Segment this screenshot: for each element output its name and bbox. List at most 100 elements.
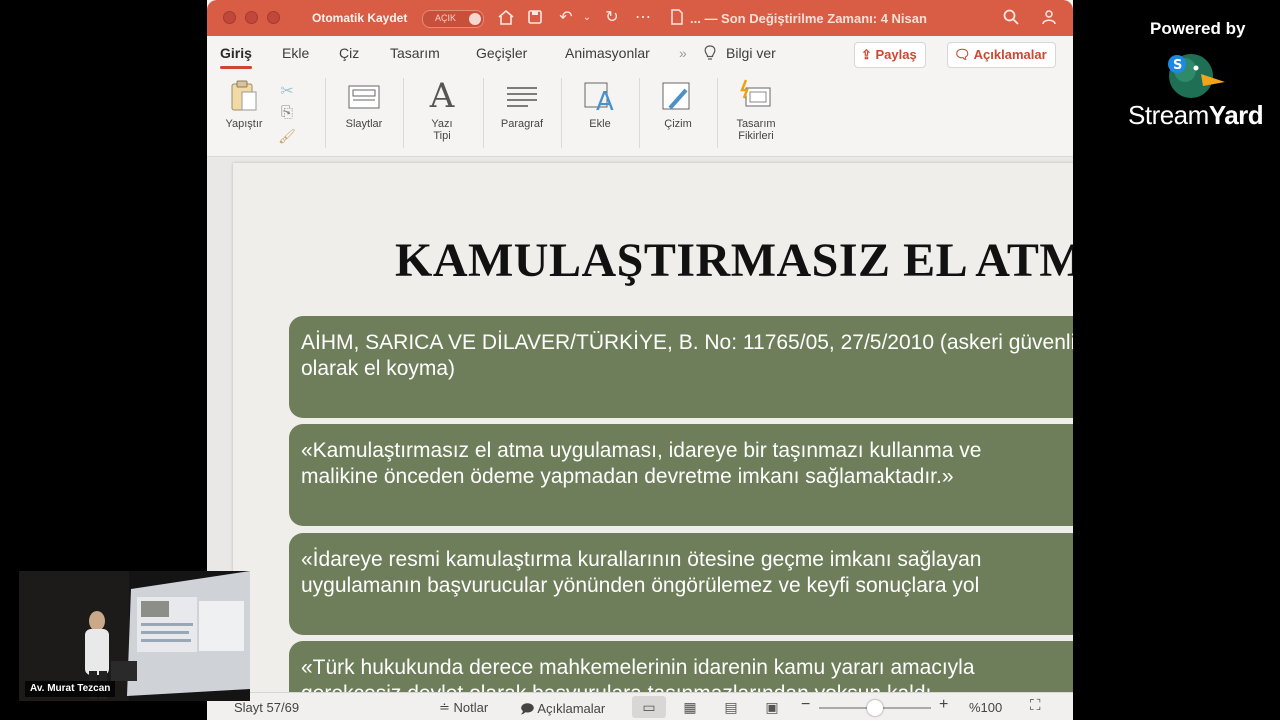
save-icon[interactable] bbox=[525, 8, 545, 28]
drawing-label: Çizim bbox=[664, 118, 692, 130]
content-box[interactable]: AİHM, SARICA VE DİLAVER/TÜRKİYE, B. No: … bbox=[289, 316, 1073, 418]
svg-text:S: S bbox=[1173, 58, 1182, 73]
paste-button[interactable]: Yapıştır bbox=[221, 78, 267, 130]
tab-animations[interactable]: Animasyonlar bbox=[565, 45, 650, 61]
paragraph-align-icon bbox=[504, 78, 540, 114]
document-title: ... — Son Değiştirilme Zamanı: 4 Nisan bbox=[690, 11, 927, 26]
content-line: «Türk hukukunda derece mahkemelerinin id… bbox=[301, 656, 975, 679]
ribbon-separator bbox=[639, 78, 640, 148]
fit-to-window-icon[interactable]: ⛶ bbox=[1030, 697, 1041, 714]
status-bar: Slayt 57/69 ≐ Notlar 🗩 Açıklamalar ▭ ▦ ▤… bbox=[207, 692, 1073, 720]
slide-title[interactable]: KAMULAŞTIRMASIZ EL ATMA bbox=[395, 233, 1073, 288]
share-label: Paylaş bbox=[875, 47, 917, 62]
redo-icon[interactable]: ↻ bbox=[602, 8, 622, 28]
ribbon-separator bbox=[561, 78, 562, 148]
powered-by-label: Powered by bbox=[1150, 19, 1246, 38]
content-line: AİHM, SARICA VE DİLAVER/TÜRKİYE, B. No: … bbox=[301, 331, 1073, 354]
notes-button[interactable]: ≐ Notlar bbox=[439, 700, 488, 716]
clipboard-icon bbox=[226, 78, 262, 114]
design-ideas-button[interactable]: Tasarım Fikirleri bbox=[729, 78, 783, 142]
close-window-button[interactable] bbox=[223, 11, 236, 24]
format-painter-icon[interactable]: 🖌 bbox=[277, 128, 297, 145]
autosave-toggle[interactable]: AÇIK bbox=[422, 10, 484, 28]
content-line: gerekçesiz devlet olarak başvurulara taş… bbox=[301, 681, 1073, 692]
streamyard-wordmark: StreamYard bbox=[1128, 100, 1264, 131]
slides-label: Slaytlar bbox=[345, 118, 383, 130]
font-label: Yazı Tipi bbox=[431, 118, 453, 142]
slide-counter: Slayt 57/69 bbox=[234, 700, 300, 715]
tab-draw[interactable]: Çiz bbox=[339, 45, 359, 61]
tab-home[interactable]: Giriş bbox=[220, 45, 252, 69]
tab-design[interactable]: Tasarım bbox=[390, 45, 440, 61]
paragraph-button[interactable]: Paragraf bbox=[495, 78, 549, 130]
brand-bold: Yard bbox=[1208, 100, 1264, 130]
reading-view-icon[interactable]: ▤ bbox=[714, 696, 748, 718]
drawing-button[interactable]: Çizim bbox=[653, 78, 703, 130]
undo-dropdown-icon[interactable]: ⌄ bbox=[577, 8, 597, 28]
zoom-level[interactable]: %100 bbox=[969, 700, 1002, 715]
content-line: «İdareye resmi kamulaştırma kurallarının… bbox=[301, 548, 982, 571]
comment-icon: 🗨 bbox=[954, 47, 974, 62]
content-line: «Kamulaştırmasız el atma uygulaması, ida… bbox=[301, 439, 982, 462]
tell-me-label[interactable]: Bilgi ver bbox=[726, 45, 776, 61]
share-button[interactable]: ⇪ Paylaş bbox=[854, 42, 926, 68]
notes-icon: ≐ bbox=[439, 700, 454, 715]
textbox-icon: A bbox=[582, 78, 618, 117]
ribbon-separator bbox=[717, 78, 718, 148]
paragraph-label: Paragraf bbox=[500, 118, 544, 130]
file-icon bbox=[667, 8, 687, 28]
slides-button[interactable]: Slaytlar bbox=[339, 78, 389, 130]
slideshow-icon[interactable]: ▣ bbox=[755, 696, 789, 718]
more-commands-icon[interactable]: ⋯ bbox=[633, 8, 653, 28]
design-ideas-icon bbox=[738, 78, 774, 114]
lightbulb-icon bbox=[703, 45, 717, 64]
ribbon-separator bbox=[483, 78, 484, 148]
font-button[interactable]: A Yazı Tipi bbox=[417, 78, 467, 142]
content-line: olarak el koyma) bbox=[301, 357, 456, 380]
normal-view-icon[interactable]: ▭ bbox=[632, 696, 666, 718]
streamyard-logo-icon: S bbox=[1163, 46, 1229, 105]
content-line: malikine önceden ödeme yapmadan devretme… bbox=[301, 465, 954, 488]
paste-label: Yapıştır bbox=[225, 118, 263, 130]
content-line: uygulamanın başvurucular yönünden öngörü… bbox=[301, 574, 980, 597]
font-icon: A bbox=[429, 76, 455, 116]
zoom-window-button[interactable] bbox=[267, 11, 280, 24]
slide-layout-icon bbox=[346, 78, 382, 114]
zoom-slider-handle[interactable] bbox=[867, 700, 883, 716]
powerpoint-window: Otomatik Kaydet AÇIK ↶ ⌄ ↻ ⋯ ... — Son D… bbox=[207, 0, 1073, 720]
copy-icon[interactable]: ⎘ bbox=[277, 104, 297, 121]
tab-insert[interactable]: Ekle bbox=[282, 45, 309, 61]
insert-label: Ekle bbox=[589, 118, 611, 130]
design-ideas-label: Tasarım Fikirleri bbox=[736, 118, 776, 142]
share-icon: ⇪ bbox=[861, 47, 876, 62]
search-icon[interactable] bbox=[1001, 8, 1021, 28]
tab-transitions[interactable]: Geçişler bbox=[476, 45, 527, 61]
title-bar: Otomatik Kaydet AÇIK ↶ ⌄ ↻ ⋯ ... — Son D… bbox=[207, 0, 1073, 36]
insert-button[interactable]: A Ekle bbox=[575, 78, 625, 130]
cut-icon[interactable]: ✂ bbox=[277, 81, 297, 101]
ribbon: Giriş Ekle Çiz Tasarım Geçişler Animasyo… bbox=[207, 36, 1073, 157]
zoom-out-icon[interactable]: − bbox=[801, 696, 810, 714]
minimize-window-button[interactable] bbox=[245, 11, 258, 24]
slide-sorter-icon[interactable]: ▦ bbox=[673, 696, 707, 718]
comments-button[interactable]: 🗨 Açıklamalar bbox=[947, 42, 1056, 68]
content-box[interactable]: «İdareye resmi kamulaştırma kurallarının… bbox=[289, 533, 1073, 635]
slide[interactable]: KAMULAŞTIRMASIZ EL ATMA AİHM, SARICA VE … bbox=[233, 163, 1073, 692]
ribbon-separator bbox=[325, 78, 326, 148]
presenter-name-tag: Av. Murat Tezcan bbox=[25, 681, 116, 697]
undo-icon[interactable]: ↶ bbox=[556, 8, 576, 28]
status-comments-label: Açıklamalar bbox=[537, 701, 606, 716]
account-icon[interactable] bbox=[1039, 8, 1059, 28]
drawing-icon bbox=[660, 78, 696, 114]
more-tabs-chevron[interactable]: » bbox=[679, 45, 687, 61]
content-box[interactable]: «Kamulaştırmasız el atma uygulaması, ida… bbox=[289, 424, 1073, 526]
ribbon-separator bbox=[403, 78, 404, 148]
brand-regular: Stream bbox=[1128, 100, 1209, 130]
zoom-in-icon[interactable]: + bbox=[939, 696, 948, 714]
comments-label: Açıklamalar bbox=[973, 47, 1047, 62]
home-icon[interactable] bbox=[496, 8, 516, 28]
content-box[interactable]: «Türk hukukunda derece mahkemelerinin id… bbox=[289, 641, 1073, 692]
status-comments-button[interactable]: 🗩 Açıklamalar bbox=[520, 700, 605, 720]
svg-text:A: A bbox=[596, 87, 614, 114]
autosave-state: AÇIK bbox=[435, 13, 457, 23]
